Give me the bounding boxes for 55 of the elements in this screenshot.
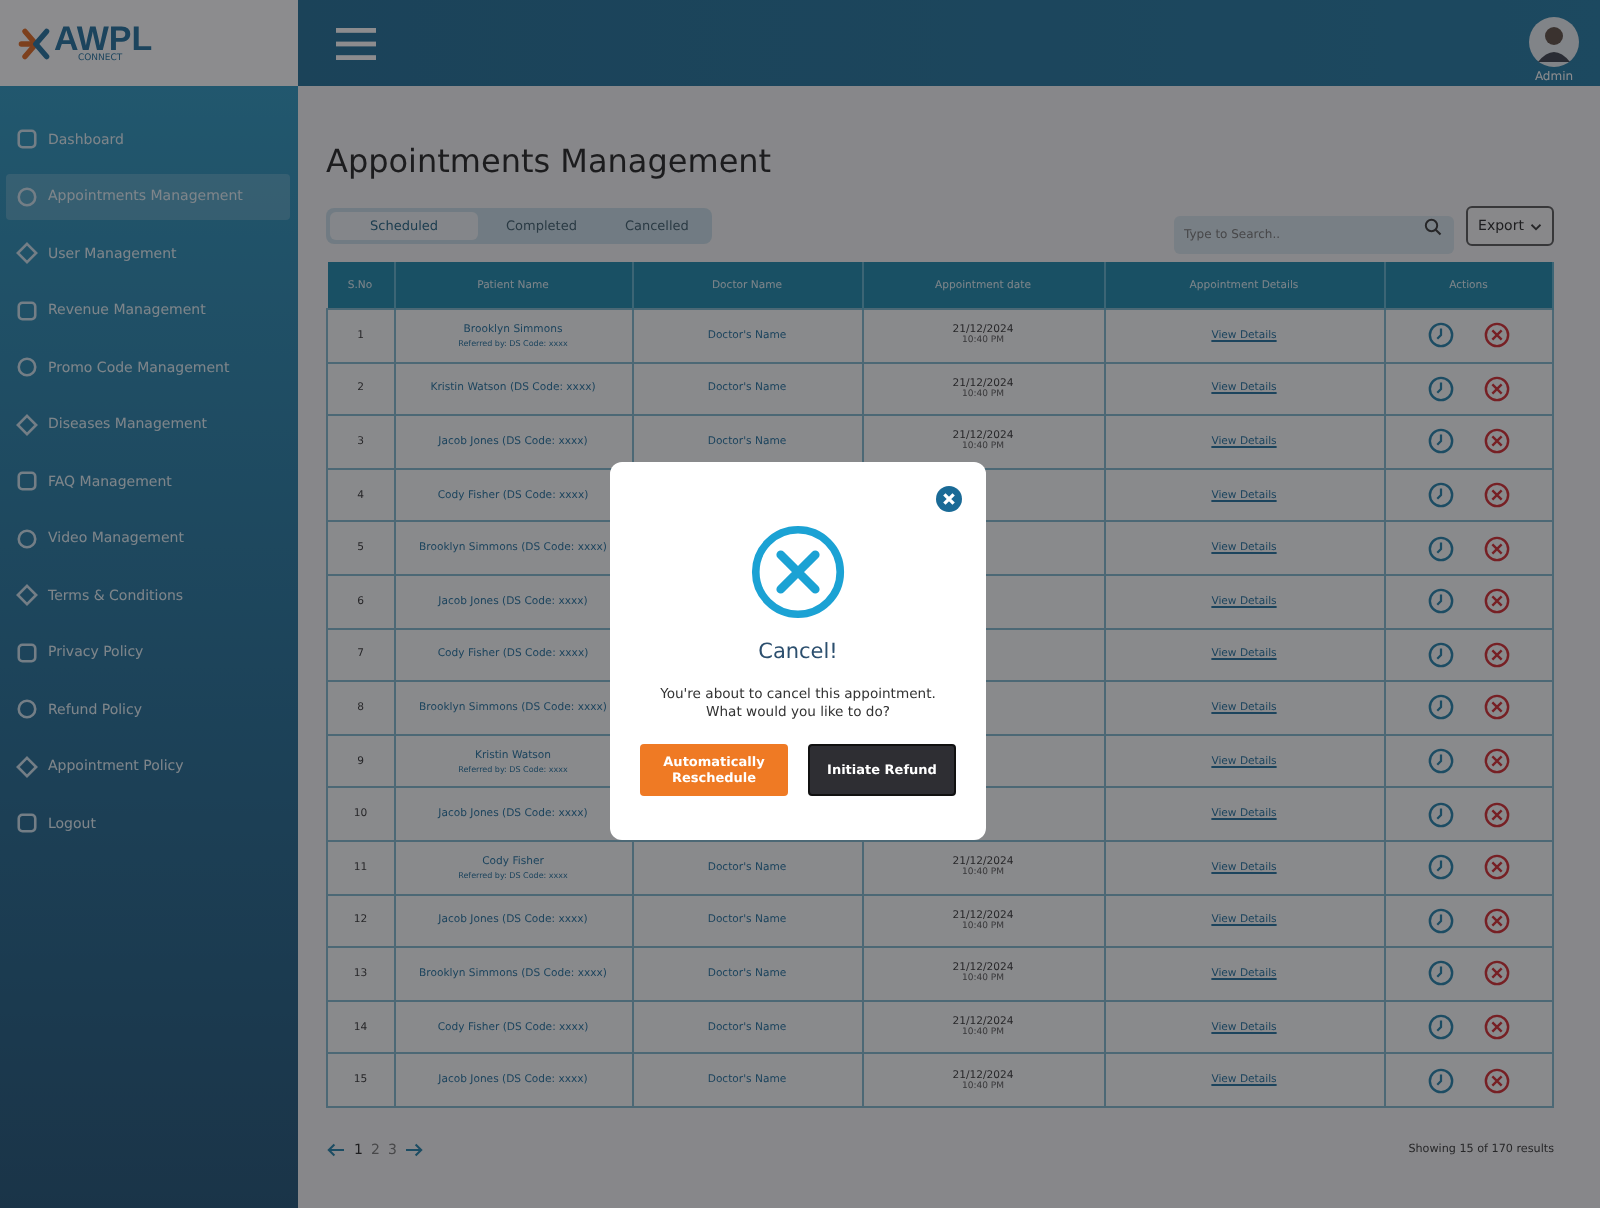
clock-icon[interactable] [1427, 694, 1454, 721]
menu-item-icon [16, 812, 38, 834]
menu-icon[interactable] [336, 27, 376, 59]
cancel-icon[interactable] [1483, 641, 1510, 668]
menu-item-icon [16, 128, 38, 150]
star-logo-icon [16, 25, 52, 61]
cancel-icon[interactable] [1483, 428, 1510, 455]
clock-icon[interactable] [1427, 960, 1454, 987]
clock-icon[interactable] [1427, 428, 1454, 455]
page-title: Appointments Management [326, 142, 774, 180]
cancel-icon[interactable] [1483, 907, 1510, 934]
clock-icon[interactable] [1427, 322, 1454, 349]
clock-icon[interactable] [1427, 641, 1454, 668]
clock-icon[interactable] [1427, 907, 1454, 934]
search-icon[interactable] [1424, 217, 1442, 235]
menu-item-icon [16, 242, 38, 264]
menu-item-icon [16, 470, 38, 492]
menu-item-icon [16, 299, 38, 321]
cancel-circle-icon [750, 524, 846, 620]
cancel-icon[interactable] [1483, 801, 1510, 828]
menu-item-icon [16, 413, 38, 435]
menu-item-icon [16, 185, 38, 207]
cancel-icon[interactable] [1483, 1014, 1510, 1041]
logo-name: AWPL [54, 21, 153, 56]
cancel-icon[interactable] [1483, 854, 1510, 881]
next-arrow-icon[interactable] [404, 1141, 425, 1158]
cancel-icon[interactable] [1483, 960, 1510, 987]
clock-icon[interactable] [1427, 801, 1454, 828]
cancel-icon[interactable] [1483, 535, 1510, 562]
clock-icon[interactable] [1427, 535, 1454, 562]
menu-item-icon [16, 698, 38, 720]
clock-icon[interactable] [1427, 375, 1454, 402]
dialog-title: Cancel! [758, 640, 838, 664]
cancel-icon[interactable] [1483, 375, 1510, 402]
cancel-icon[interactable] [1483, 748, 1510, 775]
menu-item-icon [16, 584, 38, 606]
clock-icon[interactable] [1427, 1067, 1454, 1094]
cancel-icon[interactable] [1483, 482, 1510, 509]
chevron-down-icon [1529, 221, 1542, 231]
cancel-icon[interactable] [1483, 322, 1510, 349]
menu-item-icon [16, 755, 38, 777]
clock-icon[interactable] [1427, 588, 1454, 615]
menu-item-icon [16, 527, 38, 549]
menu-item-icon [16, 356, 38, 378]
cancel-icon[interactable] [1483, 1067, 1510, 1094]
close-icon[interactable] [936, 486, 962, 512]
clock-icon[interactable] [1427, 854, 1454, 881]
cancel-icon[interactable] [1483, 588, 1510, 615]
clock-icon[interactable] [1427, 1014, 1454, 1041]
avatar-icon[interactable] [1528, 15, 1580, 67]
clock-icon[interactable] [1427, 482, 1454, 509]
previous-arrow-icon[interactable] [326, 1141, 346, 1158]
cancel-icon[interactable] [1483, 694, 1510, 721]
clock-icon[interactable] [1427, 748, 1454, 775]
menu-item-icon [16, 641, 38, 663]
